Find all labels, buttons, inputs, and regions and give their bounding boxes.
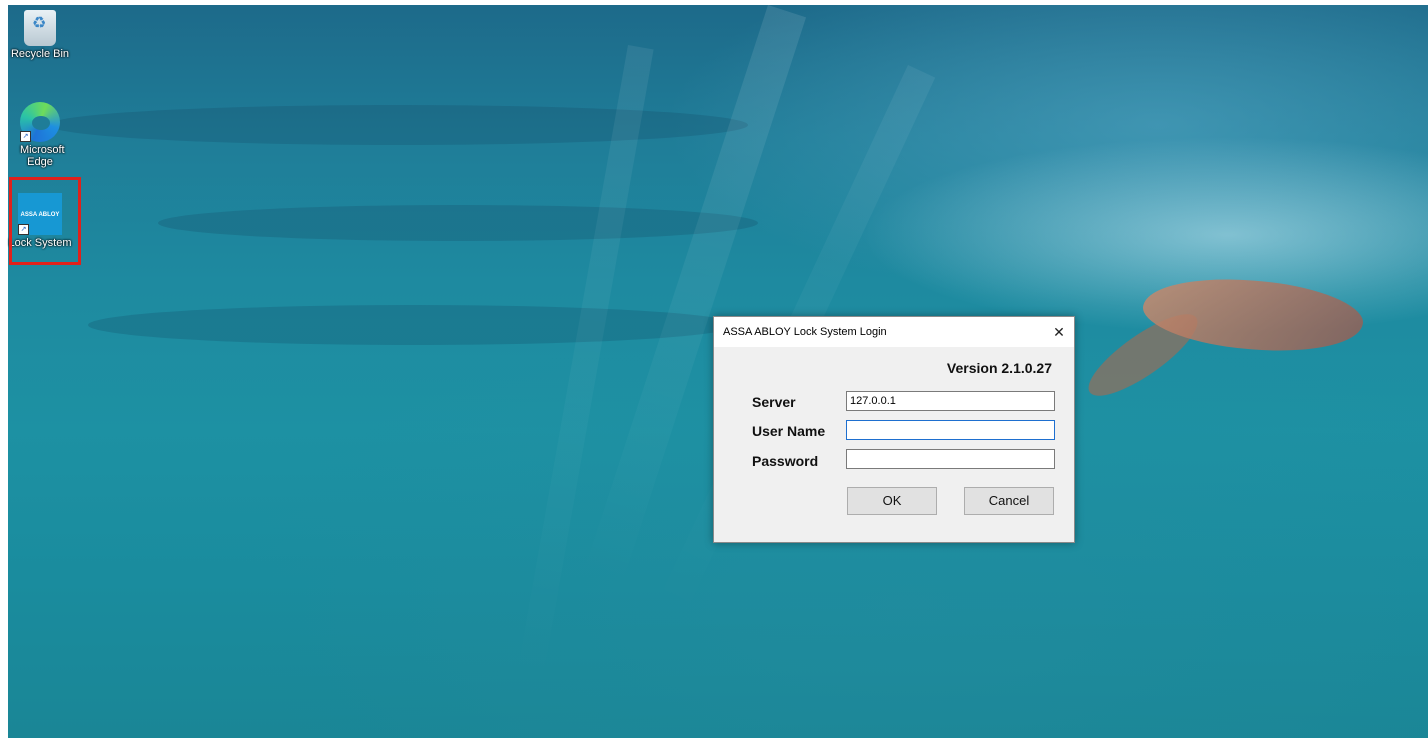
cancel-button[interactable]: Cancel (964, 487, 1054, 515)
username-input[interactable] (846, 420, 1055, 440)
desktop-icon-microsoft-edge[interactable]: ↗ Microsoft Edge (4, 102, 76, 168)
server-label: Server (752, 394, 796, 410)
server-input[interactable] (846, 391, 1055, 411)
recycle-bin-icon (24, 10, 56, 46)
desktop-icon-label: Recycle Bin (10, 48, 70, 60)
wave-band (48, 105, 748, 145)
version-label: Version 2.1.0.27 (946, 360, 1052, 376)
desktop-icon-label: Microsoft Edge (20, 144, 65, 168)
username-label: User Name (752, 423, 826, 439)
password-input[interactable] (846, 449, 1055, 469)
password-label: Password (752, 453, 819, 469)
dialog-titlebar[interactable]: ASSA ABLOY Lock System Login ✕ (714, 317, 1074, 347)
ok-button[interactable]: OK (847, 487, 937, 515)
close-button[interactable]: ✕ (1044, 317, 1074, 347)
wave-band (158, 205, 758, 241)
edge-icon: ↗ (20, 102, 60, 142)
login-dialog: ASSA ABLOY Lock System Login ✕ Version 2… (713, 316, 1075, 543)
dialog-title: ASSA ABLOY Lock System Login (723, 326, 887, 338)
shortcut-arrow-icon: ↗ (20, 131, 31, 142)
desktop-icon-recycle-bin[interactable]: Recycle Bin (4, 10, 76, 60)
wave-band (88, 305, 738, 345)
close-icon: ✕ (1053, 324, 1065, 340)
highlight-box (9, 177, 81, 265)
